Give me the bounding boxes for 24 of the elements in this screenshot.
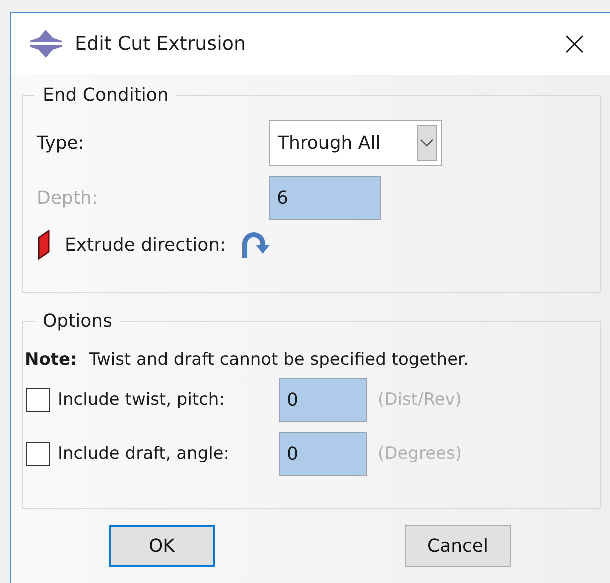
window-title: Edit Cut Extrusion (75, 33, 246, 55)
note-text: Twist and draft cannot be specified together. (89, 350, 469, 370)
flip-arrow-icon[interactable] (240, 231, 270, 259)
caret-icon (417, 125, 437, 161)
direction-label: Extrude direction: (65, 234, 226, 256)
group-title: Options (42, 311, 114, 332)
close-button[interactable]: × (560, 27, 589, 61)
dialog-button[interactable]: Cancel (405, 525, 511, 567)
value-field[interactable]: 0 (279, 432, 367, 476)
type-label: Type: (37, 132, 86, 154)
group-title: End Condition (42, 85, 170, 106)
note-label: Note: (25, 350, 78, 370)
dialog-button[interactable]: OK (109, 525, 215, 567)
type-dropdown[interactable]: Through All (269, 120, 442, 166)
app-icon (29, 29, 63, 59)
option-label: Include draft, angle: (58, 444, 231, 464)
checkbox[interactable] (26, 442, 50, 466)
unit-label: (Degrees) (378, 444, 462, 464)
depth-label: Depth: (37, 188, 99, 208)
value-field[interactable]: 0 (279, 378, 367, 422)
unit-label: (Dist/Rev) (378, 390, 462, 410)
option-label: Include twist, pitch: (58, 390, 226, 410)
face-icon (37, 230, 51, 260)
checkbox[interactable] (26, 388, 50, 412)
